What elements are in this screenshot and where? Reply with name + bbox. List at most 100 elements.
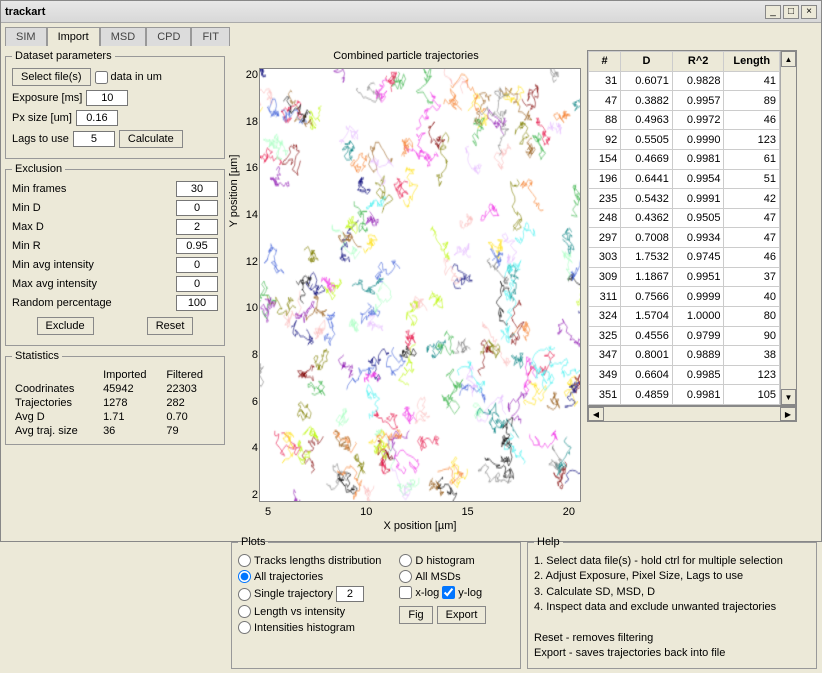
data-in-um-checkbox[interactable] [95,71,108,84]
single-traj-label: Single trajectory [254,588,333,600]
tab-bar: SIMImportMSDCPDFIT [1,23,821,46]
min-int-input[interactable] [176,257,218,273]
vertical-scrollbar[interactable]: ▲ ▼ [780,51,796,405]
title-bar: trackart _ □ × [1,1,821,23]
int-hist-label: Intensities histogram [254,622,355,634]
reset-button[interactable]: Reset [147,317,194,335]
trajectory-canvas [260,69,580,501]
ylog-label: y-log [458,587,482,599]
window-title: trackart [5,6,763,18]
lags-input[interactable] [73,131,115,147]
max-int-input[interactable] [176,276,218,292]
table-row[interactable]: 3091.18670.995137 [589,267,780,287]
table-row[interactable]: 310.60710.982841 [589,71,780,91]
table-row[interactable]: 3250.45560.979990 [589,326,780,346]
min-frames-label: Min frames [12,183,66,195]
close-button[interactable]: × [801,5,817,19]
len-int-radio[interactable] [238,605,251,618]
min-d-input[interactable] [176,200,218,216]
fig-button[interactable]: Fig [399,606,432,624]
tab-msd[interactable]: MSD [100,27,146,46]
help-legend: Help [534,536,563,548]
data-in-um-label: data in um [111,71,162,83]
px-size-input[interactable] [76,110,118,126]
min-d-label: Min D [12,202,41,214]
table-row[interactable]: 2350.54320.999142 [589,189,780,209]
xlog-label: x-log [415,587,439,599]
tab-cpd[interactable]: CPD [146,27,191,46]
exposure-input[interactable] [86,90,128,106]
maximize-button[interactable]: □ [783,5,799,19]
min-r-label: Min R [12,240,41,252]
stats-legend: Statistics [12,350,62,362]
plots-legend: Plots [238,536,268,548]
select-files-button[interactable]: Select file(s) [12,68,91,86]
int-hist-radio[interactable] [238,621,251,634]
stats-row: Trajectories1278282 [12,396,218,410]
table-row[interactable]: 1960.64410.995451 [589,169,780,189]
all-msds-radio[interactable] [399,570,412,583]
min-r-input[interactable] [176,238,218,254]
data-table-wrap: #DR^2Length310.60710.982841470.38820.995… [587,50,797,406]
scroll-left-icon[interactable]: ◀ [588,407,604,421]
d-hist-radio[interactable] [399,554,412,567]
table-row[interactable]: 3490.66040.9985123 [589,365,780,385]
table-row[interactable]: 880.49630.997246 [589,110,780,130]
len-int-label: Length vs intensity [254,606,345,618]
all-traj-radio[interactable] [238,570,251,583]
stats-row: Avg traj. size3679 [12,424,218,438]
horizontal-scrollbar[interactable]: ◀ ▶ [587,406,797,422]
scroll-up-icon[interactable]: ▲ [781,51,796,67]
tracks-len-radio[interactable] [238,554,251,567]
table-row[interactable]: 470.38820.995789 [589,91,780,111]
all-traj-label: All trajectories [254,571,323,583]
scroll-down-icon[interactable]: ▼ [781,389,796,405]
x-ticks: 5101520 [259,506,581,518]
ylog-checkbox[interactable] [442,586,455,599]
dataset-legend: Dataset parameters [12,50,115,62]
table-row[interactable]: 3510.48590.9981105 [589,385,780,405]
calculate-button[interactable]: Calculate [119,130,183,148]
stats-row: Coodrinates4594222303 [12,382,218,396]
table-row[interactable]: 2480.43620.950547 [589,208,780,228]
y-ticks: 2018161412108642 [238,69,258,501]
max-d-input[interactable] [176,219,218,235]
tracks-len-label: Tracks lengths distribution [254,555,381,567]
single-traj-radio[interactable] [238,588,251,601]
single-traj-input[interactable] [336,586,364,602]
rand-pct-label: Random percentage [12,297,112,309]
table-row[interactable]: 3110.75660.999940 [589,287,780,307]
table-row[interactable]: 2970.70080.993447 [589,228,780,248]
table-row[interactable]: 920.55050.9990123 [589,130,780,150]
minimize-button[interactable]: _ [765,5,781,19]
exclusion-group: Exclusion Min frames Min D Max D Min R M… [5,163,225,346]
min-int-label: Min avg intensity [12,259,94,271]
tab-sim[interactable]: SIM [5,27,47,46]
d-hist-label: D histogram [415,555,474,567]
export-button[interactable]: Export [437,606,487,624]
stats-table: ImportedFilteredCoodrinates4594222303Tra… [12,368,218,438]
scroll-track[interactable] [781,67,796,389]
dataset-group: Dataset parameters Select file(s) data i… [5,50,225,159]
table-row[interactable]: 3470.80010.988938 [589,346,780,366]
chart-area[interactable]: 2018161412108642 Y position [µm] [259,68,581,502]
table-row[interactable]: 1540.46690.998161 [589,150,780,170]
table-row[interactable]: 3241.57041.000080 [589,306,780,326]
table-row[interactable]: 3031.75320.974546 [589,248,780,268]
exclude-button[interactable]: Exclude [37,317,94,335]
xlog-checkbox[interactable] [399,586,412,599]
help-group: Help 1. Select data file(s) - hold ctrl … [527,536,817,669]
tab-import[interactable]: Import [47,27,100,46]
data-table[interactable]: #DR^2Length310.60710.982841470.38820.995… [588,51,780,405]
lags-label: Lags to use [12,133,69,145]
x-axis-label: X position [µm] [259,520,581,532]
scroll-h-track[interactable] [604,407,780,421]
y-axis-label: Y position [µm] [228,141,240,241]
min-frames-input[interactable] [176,181,218,197]
rand-pct-input[interactable] [176,295,218,311]
max-int-label: Max avg intensity [12,278,97,290]
exclusion-legend: Exclusion [12,163,65,175]
all-msds-label: All MSDs [415,571,460,583]
tab-fit[interactable]: FIT [191,27,230,46]
scroll-right-icon[interactable]: ▶ [780,407,796,421]
